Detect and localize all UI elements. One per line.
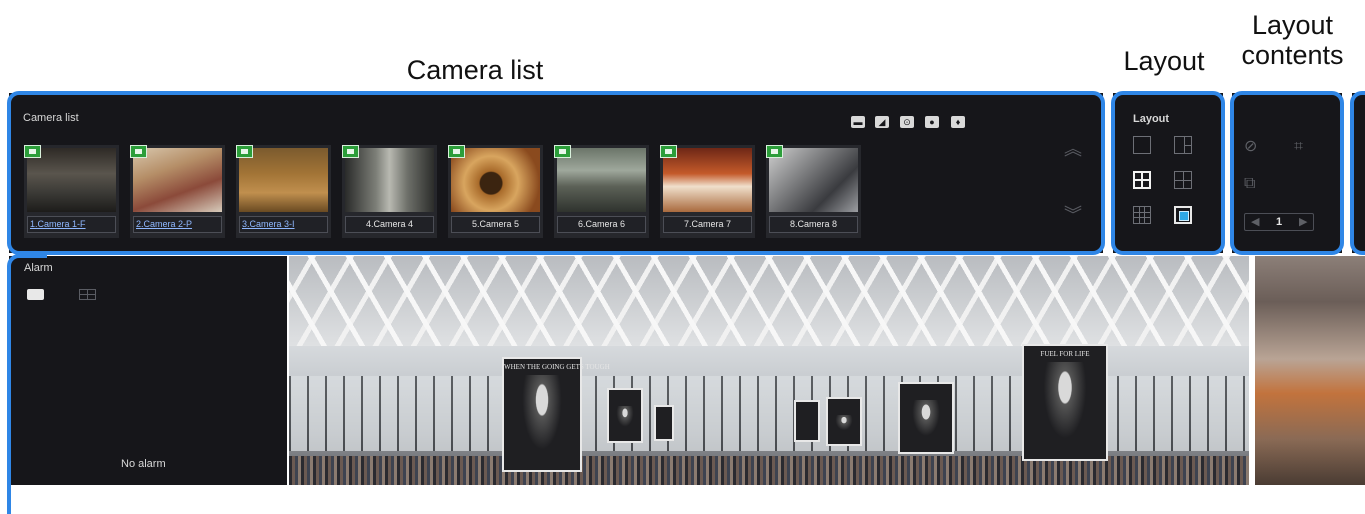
banner-text: FUEL FOR LIFE bbox=[1040, 350, 1090, 358]
advertisement-banner bbox=[898, 382, 954, 454]
alarm-panel bbox=[9, 256, 287, 485]
no-alarm-text: No alarm bbox=[121, 458, 166, 470]
banner-figure bbox=[1040, 362, 1090, 447]
advertisement-banner: FUEL FOR LIFE bbox=[1022, 344, 1108, 461]
advertisement-banner: WHEN THE GOING GETS TOUGH bbox=[502, 357, 610, 472]
extra-annotation-box bbox=[1350, 91, 1365, 255]
banner-figure bbox=[519, 375, 565, 458]
layout-contents-annotation-line2: contents bbox=[1241, 40, 1344, 70]
banner-figure bbox=[834, 415, 854, 432]
layout-contents-annotation: Layout contents bbox=[1225, 10, 1360, 70]
advertisement-banner bbox=[607, 388, 643, 443]
secondary-video-view[interactable] bbox=[1255, 256, 1365, 485]
advertisement-banner bbox=[654, 405, 674, 441]
roof-truss bbox=[289, 256, 1249, 346]
layout-contents-annotation-box bbox=[1230, 91, 1344, 255]
camera-list-annotation: Camera list bbox=[406, 55, 544, 85]
banner-figure bbox=[910, 400, 942, 440]
advertisement-banner bbox=[794, 400, 820, 442]
layout-annotation: Layout bbox=[1123, 46, 1205, 76]
alarm-annotation-box bbox=[7, 254, 47, 514]
camera-list-annotation-box bbox=[7, 91, 1105, 255]
banner-figure bbox=[615, 406, 635, 429]
main-video-view[interactable]: WHEN THE GOING GETS TOUGH FUEL FOR LIFE bbox=[289, 256, 1249, 485]
layout-annotation-box bbox=[1111, 91, 1225, 255]
layout-contents-annotation-line1: Layout bbox=[1251, 10, 1334, 40]
banner-text: WHEN THE GOING GETS TOUGH bbox=[504, 363, 610, 371]
advertisement-banner bbox=[826, 397, 862, 446]
alarm-grid-icon[interactable] bbox=[79, 289, 96, 300]
